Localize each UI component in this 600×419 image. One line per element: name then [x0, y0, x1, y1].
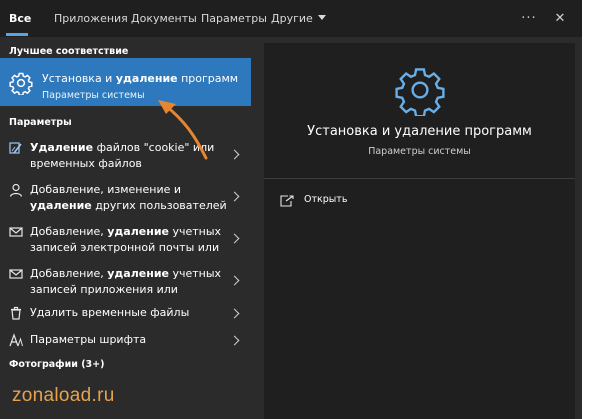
more-options-icon[interactable]: ···	[520, 0, 538, 37]
mail-icon	[9, 227, 23, 237]
cleanup-icon	[9, 142, 22, 154]
tab-apps[interactable]: Приложения	[54, 0, 128, 37]
chevron-right-icon	[229, 308, 240, 319]
search-tabs-bar: Все Приложения Документы Параметры Други…	[0, 0, 582, 37]
trash-icon	[11, 306, 21, 320]
chevron-right-icon	[229, 233, 240, 244]
divider	[264, 178, 575, 179]
chevron-down-icon	[317, 15, 326, 20]
list-item-font-settings[interactable]: Параметры шрифта	[0, 331, 251, 351]
gear-icon	[9, 72, 33, 95]
chevron-right-icon	[229, 149, 240, 160]
list-item-manage-users[interactable]: Добавление, изменение и удаление других п…	[0, 180, 251, 216]
close-icon[interactable]: ✕	[551, 0, 569, 37]
preview-title: Установка и удаление программ	[307, 124, 532, 139]
best-match-subtitle: Параметры системы	[42, 90, 145, 101]
list-item-label: Параметры шрифта	[30, 333, 147, 346]
chevron-right-icon	[229, 335, 240, 346]
tab-all[interactable]: Все	[9, 0, 31, 37]
list-item-app-accounts[interactable]: Добавление, удаление учетных записей прил…	[0, 264, 251, 300]
mail-icon	[9, 269, 23, 279]
tab-settings[interactable]: Параметры	[201, 0, 267, 37]
list-item-delete-cookies[interactable]: Удаление файлов "cookie" или временных фа…	[0, 138, 251, 174]
best-match-title: Установка и удаление программ	[42, 72, 239, 85]
list-item-label: Добавление, удаление учетных записей элек…	[30, 225, 222, 254]
active-tab-indicator	[6, 33, 28, 36]
list-item-label: Удаление файлов "cookie" или временных фа…	[30, 141, 215, 170]
list-item-delete-temp-files[interactable]: Удалить временные файлы	[0, 304, 251, 324]
open-label: Открыть	[304, 194, 348, 205]
chevron-right-icon	[229, 191, 240, 202]
preview-subtitle: Параметры системы	[368, 146, 471, 157]
list-item-label: Добавление, изменение и удаление других п…	[30, 183, 227, 212]
list-item-label: Добавление, удаление учетных записей прил…	[30, 267, 222, 296]
list-item-label: Удалить временные файлы	[30, 306, 190, 319]
watermark: zonaload.ru	[12, 385, 115, 406]
search-panel: Все Приложения Документы Параметры Други…	[0, 0, 582, 419]
list-item-email-accounts[interactable]: Добавление, удаление учетных записей элек…	[0, 222, 251, 258]
tab-more[interactable]: Другие	[271, 0, 326, 37]
photos-header[interactable]: Фотографии (3+)	[9, 359, 104, 370]
open-icon	[280, 195, 294, 207]
font-icon	[9, 333, 23, 347]
person-icon	[9, 183, 23, 197]
settings-header: Параметры	[9, 117, 72, 128]
chevron-right-icon	[229, 275, 240, 286]
tab-documents[interactable]: Документы	[131, 0, 197, 37]
best-match-header: Лучшее соответствие	[9, 46, 129, 57]
gear-icon	[395, 68, 445, 116]
